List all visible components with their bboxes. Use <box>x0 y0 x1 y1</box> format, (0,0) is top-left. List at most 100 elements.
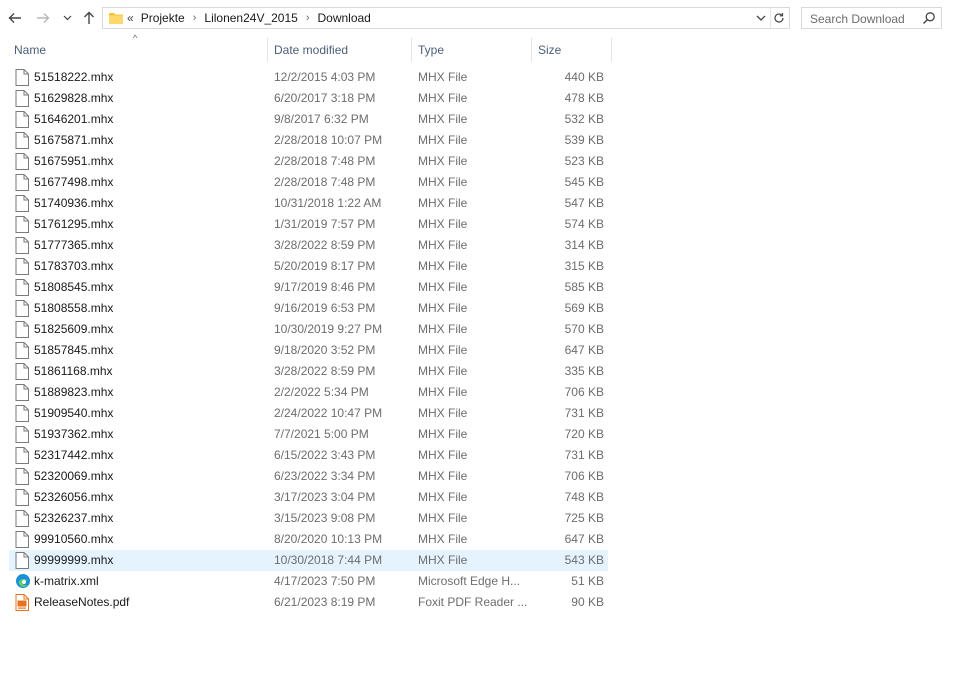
address-bar[interactable]: « Projekte › Lilonen24V_2015 › Download <box>102 7 790 29</box>
file-row[interactable]: 51777365.mhx 3/28/2022 8:59 PM MHX File 314… <box>9 235 608 256</box>
file-type: MHX File <box>418 259 468 273</box>
file-name: 51889823.mhx <box>34 385 114 399</box>
file-size: 585 KB <box>564 280 604 294</box>
breadcrumb-item-lilonen[interactable]: Lilonen24V_2015 <box>204 11 297 25</box>
search-icon[interactable] <box>922 11 936 25</box>
file-type: MHX File <box>418 196 468 210</box>
search-box[interactable]: Search Download <box>801 7 942 29</box>
column-header-date[interactable]: Date modified <box>268 38 411 62</box>
file-row[interactable]: 51646201.mhx 9/8/2017 6:32 PM MHX File 532 … <box>9 109 608 130</box>
back-button[interactable] <box>4 7 26 29</box>
file-row[interactable]: 51518222.mhx 12/2/2015 4:03 PM MHX File 440… <box>9 67 608 88</box>
file-row[interactable]: 51937362.mhx 7/7/2021 5:00 PM MHX File 720 … <box>9 424 608 445</box>
breadcrumb-overflow[interactable]: « <box>127 11 134 25</box>
file-row[interactable]: 51825609.mhx 10/30/2019 9:27 PM MHX File 57… <box>9 319 608 340</box>
file-row[interactable]: 51740936.mhx 10/31/2018 1:22 AM MHX File 54… <box>9 193 608 214</box>
arrow-left-icon <box>8 13 21 23</box>
file-date-modified: 2/28/2018 7:48 PM <box>274 175 376 189</box>
file-size: 51 KB <box>571 574 604 588</box>
column-header-size[interactable]: Size <box>532 38 611 62</box>
file-type: MHX File <box>418 532 468 546</box>
file-date-modified: 10/30/2018 7:44 PM <box>274 553 383 567</box>
file-type: MHX File <box>418 238 468 252</box>
file-type: MHX File <box>418 133 468 147</box>
chevron-right-icon[interactable]: › <box>193 12 197 24</box>
column-header-name[interactable]: Name <box>8 38 267 62</box>
file-type: MHX File <box>418 217 468 231</box>
file-size: 706 KB <box>564 385 604 399</box>
file-name: 99999999.mhx <box>34 553 114 567</box>
refresh-button[interactable] <box>770 8 787 28</box>
breadcrumb-item-projekte[interactable]: Projekte <box>141 11 185 25</box>
file-icon <box>15 384 29 401</box>
file-row[interactable]: ReleaseNotes.pdf 6/21/2023 8:19 PM Foxit P… <box>9 592 608 613</box>
column-header-type[interactable]: Type <box>412 38 531 62</box>
file-date-modified: 9/17/2019 8:46 PM <box>274 280 376 294</box>
file-size: 478 KB <box>564 91 604 105</box>
search-input[interactable]: Search Download <box>810 12 905 26</box>
file-size: 647 KB <box>564 532 604 546</box>
file-row[interactable]: 52326056.mhx 3/17/2023 3:04 PM MHX File 748… <box>9 487 608 508</box>
refresh-icon <box>774 13 784 23</box>
recent-locations-button[interactable] <box>56 7 78 29</box>
file-icon <box>15 69 29 86</box>
file-name: 51677498.mhx <box>34 175 114 189</box>
file-icon <box>15 258 29 275</box>
address-history-button[interactable] <box>753 8 769 28</box>
file-row[interactable]: 52320069.mhx 6/23/2022 3:34 PM MHX File 706… <box>9 466 608 487</box>
file-name: 52326237.mhx <box>34 511 114 525</box>
file-type: MHX File <box>418 70 468 84</box>
file-row[interactable]: 99910560.mhx 8/20/2020 10:13 PM MHX File 64… <box>9 529 608 550</box>
file-size: 569 KB <box>564 301 604 315</box>
file-type: MHX File <box>418 490 468 504</box>
file-date-modified: 8/20/2020 10:13 PM <box>274 532 383 546</box>
file-size: 748 KB <box>564 490 604 504</box>
file-row[interactable]: 99999999.mhx 10/30/2018 7:44 PM MHX File 54… <box>9 550 608 571</box>
file-date-modified: 6/21/2023 8:19 PM <box>274 595 376 609</box>
file-type: MHX File <box>418 469 468 483</box>
file-date-modified: 5/20/2019 8:17 PM <box>274 259 376 273</box>
file-row[interactable]: 52317442.mhx 6/15/2022 3:43 PM MHX File 731… <box>9 445 608 466</box>
file-row[interactable]: 51857845.mhx 9/18/2020 3:52 PM MHX File 647… <box>9 340 608 361</box>
file-name: 52317442.mhx <box>34 448 114 462</box>
column-divider[interactable] <box>611 38 612 62</box>
file-row[interactable]: 51808545.mhx 9/17/2019 8:46 PM MHX File 585… <box>9 277 608 298</box>
file-row[interactable]: 51783703.mhx 5/20/2019 8:17 PM MHX File 315… <box>9 256 608 277</box>
file-type: MHX File <box>418 343 468 357</box>
file-size: 532 KB <box>564 112 604 126</box>
forward-button[interactable] <box>32 7 54 29</box>
chevron-right-icon[interactable]: › <box>306 12 310 24</box>
file-name: 51675951.mhx <box>34 154 114 168</box>
file-row[interactable]: k-matrix.xml 4/17/2023 7:50 PM Microsoft E… <box>9 571 608 592</box>
breadcrumb-item-download[interactable]: Download <box>317 11 370 25</box>
file-size: 440 KB <box>564 70 604 84</box>
file-type: MHX File <box>418 301 468 315</box>
file-row[interactable]: 51808558.mhx 9/16/2019 6:53 PM MHX File 569… <box>9 298 608 319</box>
file-name: 51857845.mhx <box>34 343 114 357</box>
file-date-modified: 6/20/2017 3:18 PM <box>274 91 376 105</box>
file-type: Microsoft Edge H... <box>418 574 521 588</box>
file-row[interactable]: 51675951.mhx 2/28/2018 7:48 PM MHX File 523… <box>9 151 608 172</box>
file-icon <box>15 111 29 128</box>
file-name: 51646201.mhx <box>34 112 114 126</box>
file-name: 51808558.mhx <box>34 301 114 315</box>
file-size: 335 KB <box>564 364 604 378</box>
file-list: 51518222.mhx 12/2/2015 4:03 PM MHX File 440… <box>0 67 612 613</box>
file-row[interactable]: 52326237.mhx 3/15/2023 9:08 PM MHX File 725… <box>9 508 608 529</box>
up-button[interactable] <box>78 7 100 29</box>
file-size: 570 KB <box>564 322 604 336</box>
file-row[interactable]: 51675871.mhx 2/28/2018 10:07 PM MHX File 53… <box>9 130 608 151</box>
file-row[interactable]: 51909540.mhx 2/24/2022 10:47 PM MHX File 73… <box>9 403 608 424</box>
file-type: MHX File <box>418 427 468 441</box>
file-row[interactable]: 51761295.mhx 1/31/2019 7:57 PM MHX File 574… <box>9 214 608 235</box>
file-row[interactable]: 51861168.mhx 3/28/2022 8:59 PM MHX File 335… <box>9 361 608 382</box>
file-date-modified: 3/28/2022 8:59 PM <box>274 238 376 252</box>
file-date-modified: 7/7/2021 5:00 PM <box>274 427 369 441</box>
file-date-modified: 2/28/2018 10:07 PM <box>274 133 383 147</box>
column-header-row: ^ Name Date modified Type Size <box>0 33 612 62</box>
file-row[interactable]: 51889823.mhx 2/2/2022 5:34 PM MHX File 706 … <box>9 382 608 403</box>
file-row[interactable]: 51629828.mhx 6/20/2017 3:18 PM MHX File 478… <box>9 88 608 109</box>
file-row[interactable]: 51677498.mhx 2/28/2018 7:48 PM MHX File 545… <box>9 172 608 193</box>
file-icon <box>15 552 29 569</box>
file-name: 99910560.mhx <box>34 532 114 546</box>
